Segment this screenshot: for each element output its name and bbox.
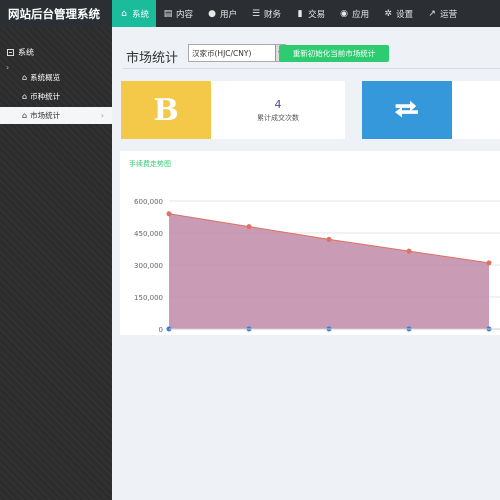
data-point — [246, 224, 252, 230]
nav-label: 财务 — [264, 9, 282, 20]
stat-value: 4 — [274, 97, 282, 111]
app-title: 网站后台管理系统 — [0, 0, 112, 27]
globe-icon: ◉ — [340, 8, 348, 19]
nav-item-finance[interactable]: ☰ 财务 — [244, 0, 288, 27]
bitcoin-b-letter: B — [153, 92, 179, 128]
home-icon: ⌂ — [22, 111, 28, 120]
nav-label: 应用 — [352, 9, 370, 20]
nav-item-operation[interactable]: ↗ 运营 — [420, 0, 464, 27]
sidebar-item-label: 系统概览 — [30, 73, 61, 82]
page-title: 市场统计 — [126, 51, 179, 66]
nav-item-user[interactable]: ● 用户 — [200, 0, 244, 27]
nav-label: 用户 — [220, 9, 238, 20]
market-select-value: 汉家币(HJC/CNY) — [192, 48, 252, 58]
stat-body: 4 累计成交次数 — [211, 81, 345, 139]
data-point — [486, 260, 492, 266]
y-tick-label: 150,000 — [134, 294, 163, 302]
data-point — [406, 248, 412, 254]
user-icon: ● — [208, 8, 216, 19]
external-link-icon: ↗ — [428, 8, 436, 19]
y-tick-label: 450,000 — [134, 230, 163, 238]
sidebar-item-coin-stats[interactable]: ⌂ 币种统计 — [0, 88, 112, 105]
stat-label: 累计成交次数 — [257, 113, 299, 122]
sidebar-item-label: 币种统计 — [30, 92, 61, 101]
data-point — [166, 211, 172, 217]
y-tick-label: 600,000 — [134, 198, 163, 206]
main-content: 市场统计 汉家币(HJC/CNY) ▼ 重新初始化当前市场统计 B 4 累计成交… — [112, 27, 500, 500]
exchange-arrows-glyph — [395, 100, 418, 118]
home-icon: ⌂ — [121, 8, 127, 19]
top-bar: 网站后台管理系统 ⌂ 系统 ▤ 内容 ● 用户 ☰ 财务 ▮ 交易 ◉ 应用 ✲ 设置 ↗ 运营 — [0, 0, 500, 27]
sidebar-item-overview[interactable]: ⌂ 系统概览 — [0, 69, 112, 86]
list-icon: ☰ — [252, 8, 261, 19]
collapse-icon — [7, 49, 14, 56]
y-tick-label: 0 — [159, 326, 163, 334]
market-select[interactable]: 汉家币(HJC/CNY) ▼ — [188, 44, 286, 62]
nav-label: 运营 — [440, 9, 458, 20]
document-icon: ▤ — [163, 8, 173, 19]
chevron-right-icon: › — [100, 111, 104, 120]
divider — [122, 68, 500, 69]
bitcoin-b-icon: B — [121, 81, 211, 139]
y-tick-label: 300,000 — [134, 262, 163, 270]
fee-chart: 0150,000300,000450,000600,0002017-06-302… — [134, 198, 500, 334]
nav-item-app[interactable]: ◉ 应用 — [332, 0, 376, 27]
nav-item-system[interactable]: ⌂ 系统 — [112, 0, 157, 27]
nav-label: 交易 — [308, 9, 326, 20]
nav-label: 设置 — [396, 9, 414, 20]
home-icon: ⌂ — [22, 73, 28, 82]
series-area — [169, 213, 489, 329]
stat-card-exchange — [362, 81, 500, 139]
nav-label: 内容 — [176, 9, 194, 20]
sidebar: 系统 › ⌂ 系统概览 ⌂ 币种统计 ⌂ 市场统计 › — [0, 27, 112, 500]
bar-chart-icon: ▮ — [297, 8, 303, 19]
sidebar-group-system[interactable]: 系统 — [0, 27, 112, 58]
sidebar-item-market-stats[interactable]: ⌂ 市场统计 › — [0, 107, 112, 124]
sidebar-item-label: 市场统计 — [30, 111, 61, 120]
nav-item-content[interactable]: ▤ 内容 — [156, 0, 200, 27]
sidebar-group-label: 系统 — [18, 48, 34, 57]
home-icon: ⌂ — [22, 92, 28, 101]
nav-item-trade[interactable]: ▮ 交易 — [288, 0, 332, 27]
nav-label: 系统 — [132, 9, 150, 20]
stat-card-trade-count: B 4 累计成交次数 — [121, 81, 345, 139]
data-point — [326, 236, 332, 242]
nav-item-settings[interactable]: ✲ 设置 — [376, 0, 420, 27]
gear-icon: ✲ — [384, 8, 392, 19]
exchange-arrows-icon — [362, 81, 452, 139]
top-nav: ⌂ 系统 ▤ 内容 ● 用户 ☰ 财务 ▮ 交易 ◉ 应用 ✲ 设置 ↗ 运营 — [112, 0, 464, 27]
fee-chart-panel: 手续费走势图 0150,000300,000450,000600,0002017… — [120, 151, 500, 335]
reinit-stats-button[interactable]: 重新初始化当前市场统计 — [279, 45, 389, 62]
